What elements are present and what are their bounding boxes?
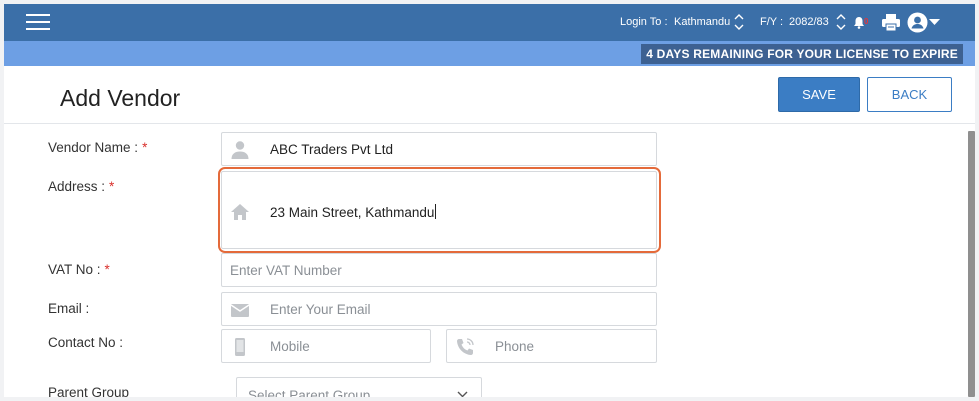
caret-down-icon[interactable] — [929, 19, 940, 26]
email-placeholder: Enter Your Email — [270, 302, 371, 317]
mobile-input[interactable]: Mobile — [221, 329, 431, 363]
phone-icon — [457, 338, 474, 355]
required-asterisk: * — [104, 262, 110, 277]
phone-input[interactable]: Phone — [446, 329, 657, 363]
required-asterisk: * — [109, 179, 115, 194]
vendor-name-value: ABC Traders Pvt Ltd — [270, 142, 394, 157]
fy-label: F/Y : — [760, 16, 784, 28]
app-frame: Login To : Kathmandu F/Y : 2082/83 0 4 D… — [4, 4, 975, 397]
email-label: Email : — [48, 301, 90, 316]
login-branch-value[interactable]: Kathmandu — [674, 16, 730, 28]
mobile-icon — [235, 338, 245, 356]
top-navbar: Login To : Kathmandu F/Y : 2082/83 0 — [4, 4, 975, 41]
fiscal-year-value[interactable]: 2082/83 — [789, 16, 829, 28]
branch-updown-icon[interactable] — [733, 12, 745, 32]
vat-no-label: VAT No : * — [48, 262, 110, 277]
vertical-scrollbar[interactable] — [968, 131, 975, 397]
fiscal-year-updown-icon[interactable] — [835, 12, 847, 32]
parent-group-label: Parent Group — [48, 385, 130, 397]
vat-number-input[interactable]: Enter VAT Number — [221, 253, 657, 287]
email-input[interactable]: Enter Your Email — [221, 292, 657, 326]
license-expiry-notice: 4 DAYS REMAINING FOR YOUR LICENSE TO EXP… — [641, 44, 963, 64]
user-avatar-icon[interactable] — [907, 12, 928, 33]
parent-group-select[interactable]: Select Parent Group — [236, 377, 482, 397]
user-icon — [231, 141, 249, 159]
hamburger-menu-icon[interactable] — [26, 14, 50, 32]
envelope-icon — [230, 304, 250, 317]
address-label: Address : * — [48, 179, 114, 194]
notification-badge: 0 — [864, 17, 869, 26]
login-label: Login To : — [620, 16, 668, 28]
parent-group-placeholder: Select Parent Group — [248, 388, 371, 397]
contact-no-label: Contact No : — [48, 335, 124, 350]
address-label-text: Address : — [48, 179, 106, 194]
vat-number-placeholder: Enter VAT Number — [230, 263, 342, 278]
mobile-placeholder: Mobile — [270, 339, 310, 354]
phone-placeholder: Phone — [495, 339, 535, 354]
address-focus-outline — [218, 167, 661, 253]
save-button[interactable]: SAVE — [778, 77, 860, 112]
chevron-down-icon — [457, 391, 468, 397]
printer-icon[interactable] — [881, 13, 901, 32]
required-asterisk: * — [142, 140, 148, 155]
vat-no-label-text: VAT No : — [48, 262, 101, 277]
back-button[interactable]: BACK — [867, 77, 952, 112]
page-title: Add Vendor — [60, 85, 181, 111]
vendor-name-label-text: Vendor Name : — [48, 140, 139, 155]
vendor-name-label: Vendor Name : * — [48, 140, 147, 155]
vendor-name-field[interactable]: ABC Traders Pvt Ltd — [221, 132, 657, 166]
